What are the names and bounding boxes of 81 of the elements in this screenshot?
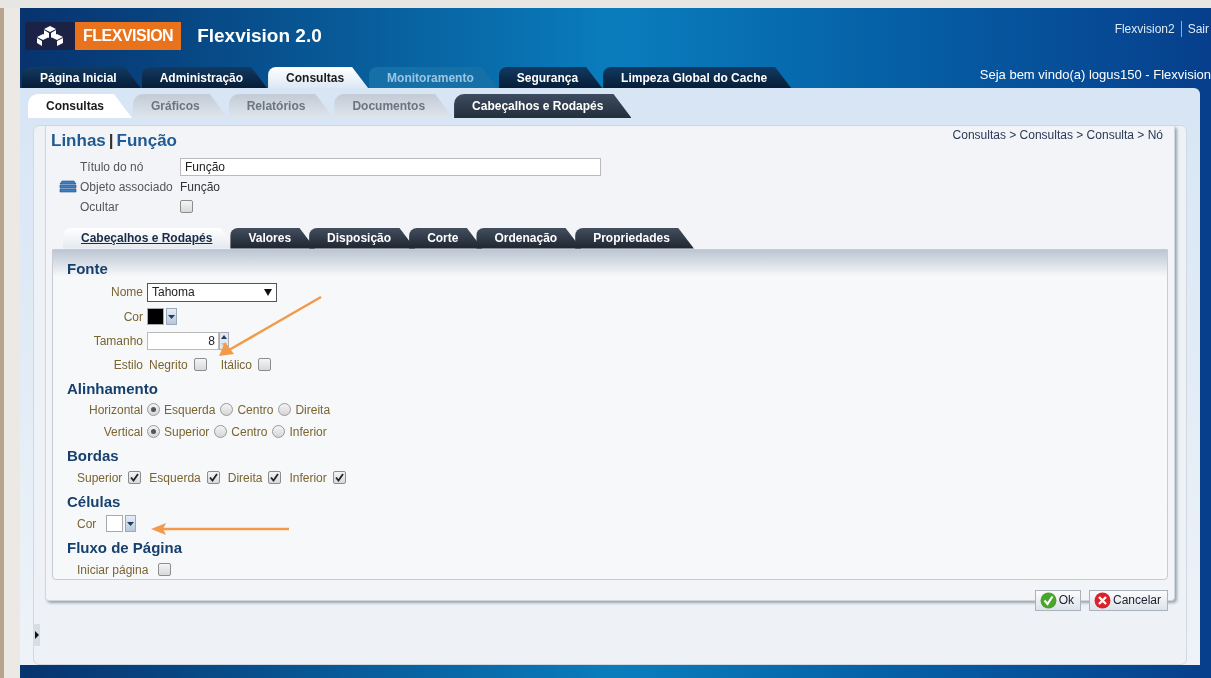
- page-title: Linhas: [51, 130, 106, 152]
- field-label: Estilo: [112, 356, 144, 374]
- radio-button[interactable]: [147, 425, 160, 438]
- check-icon: [1039, 591, 1057, 609]
- logo-text: FLEXVISION: [75, 22, 182, 51]
- welcome-text: Seja bem vindo(a) logus150 - Flexvision: [979, 65, 1211, 84]
- option-label: Esquerda: [164, 401, 216, 419]
- check-icon: [270, 473, 280, 482]
- cancel-button[interactable]: Cancelar: [1088, 589, 1168, 611]
- sub-tab[interactable]: Consultas: [28, 94, 132, 118]
- radio-button[interactable]: [220, 403, 234, 416]
- radio-button[interactable]: [214, 425, 228, 438]
- field-label: Cor: [77, 515, 97, 533]
- field-label: Tamanho: [92, 332, 144, 350]
- radio-button[interactable]: [272, 425, 286, 438]
- close-icon: [1093, 591, 1111, 609]
- field-label: Ocultar: [80, 198, 120, 216]
- section-heading: Alinhamento: [67, 378, 159, 399]
- logout-link[interactable]: Sair: [1187, 20, 1209, 38]
- checkbox[interactable]: [180, 200, 193, 213]
- panel-toggle-icon[interactable]: [33, 624, 40, 646]
- section-heading: Bordas: [67, 445, 120, 466]
- cubes-icon: [35, 25, 65, 48]
- field-label: Objeto associado: [80, 178, 173, 196]
- field-label: Nome: [110, 284, 144, 301]
- radio-button[interactable]: [278, 403, 292, 416]
- title-input[interactable]: Função: [180, 157, 601, 176]
- radio-button[interactable]: [147, 403, 160, 416]
- section-heading: Fonte: [67, 258, 109, 279]
- nav-tab[interactable]: Administração: [141, 67, 268, 88]
- option-label: Esquerda: [149, 469, 201, 487]
- checkbox[interactable]: [258, 358, 272, 371]
- option-label: Superior: [77, 469, 123, 487]
- breadcrumb: Consultas > Consultas > Consulta > Nó: [952, 127, 1163, 144]
- app-title: Flexvision 2.0: [197, 24, 322, 48]
- section-heading: Células: [67, 491, 122, 512]
- dropdown-button[interactable]: [166, 308, 177, 325]
- section-heading: Fluxo de Página: [67, 537, 184, 558]
- checkbox[interactable]: [193, 358, 207, 371]
- font-select[interactable]: Tahoma: [147, 282, 277, 302]
- page-subtitle: Função: [116, 130, 177, 152]
- option-label: Superior: [164, 423, 210, 441]
- check-icon: [208, 473, 218, 482]
- dropdown-icon: [264, 288, 272, 296]
- user-link[interactable]: Flexvision2: [1114, 20, 1175, 38]
- field-label: Vertical: [102, 423, 144, 441]
- caret-icon: [127, 521, 135, 526]
- field-label: Iniciar página: [77, 561, 149, 579]
- check-icon: [334, 473, 344, 482]
- dropdown-button[interactable]: [125, 515, 137, 532]
- caret-icon: [168, 314, 175, 319]
- stack-icon: [59, 180, 77, 193]
- option-label: Negrito: [149, 356, 188, 374]
- checkbox[interactable]: [128, 471, 142, 484]
- field-label: Título do nó: [80, 158, 145, 176]
- title-separator: |: [108, 130, 114, 152]
- field-label: Cor: [122, 308, 144, 326]
- color-swatch[interactable]: [147, 308, 164, 325]
- color-swatch[interactable]: [106, 515, 124, 532]
- option-label: Direita: [227, 469, 263, 487]
- option-label: Inferior: [289, 423, 327, 441]
- option-label: Centro: [237, 401, 274, 419]
- object-value: Função: [180, 178, 222, 196]
- ok-button[interactable]: Ok: [1034, 589, 1081, 611]
- form-tab[interactable]: Propriedades: [575, 227, 694, 249]
- nav-tab[interactable]: Segurança: [498, 67, 603, 88]
- nav-tab[interactable]: Página Inicial: [22, 67, 141, 88]
- check-icon: [130, 473, 140, 482]
- field-label: Horizontal: [87, 401, 144, 419]
- checkbox[interactable]: [206, 471, 220, 484]
- nav-tab[interactable]: Consultas: [268, 67, 369, 88]
- option-label: Inferior: [289, 469, 327, 487]
- checkbox[interactable]: [268, 471, 282, 484]
- checkbox[interactable]: [332, 471, 346, 484]
- checkbox[interactable]: [158, 563, 172, 576]
- option-label: Itálico: [220, 356, 253, 374]
- size-input[interactable]: 8: [147, 331, 219, 350]
- option-label: Centro: [231, 423, 268, 441]
- sub-tab[interactable]: Cabeçalhos e Rodapés: [454, 94, 632, 118]
- nav-tab[interactable]: Limpeza Global do Cache: [603, 67, 792, 88]
- option-label: Direita: [295, 401, 331, 419]
